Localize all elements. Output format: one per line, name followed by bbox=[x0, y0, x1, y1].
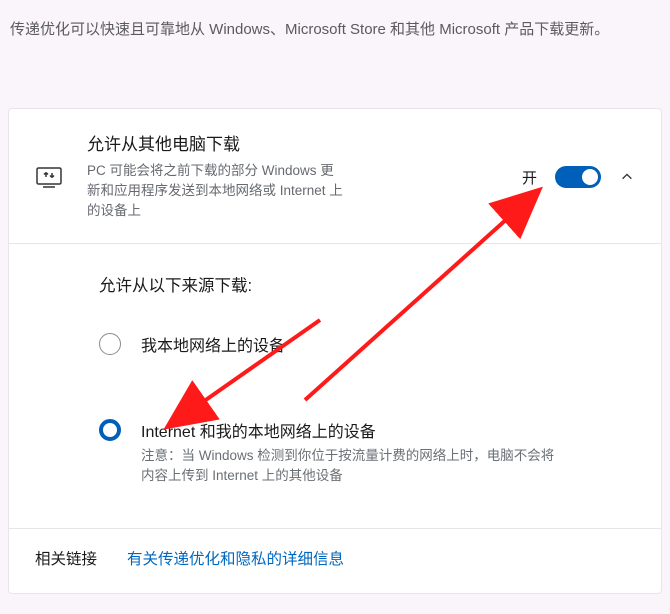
option-note: 注意：当 Windows 检测到你位于按流量计费的网络上时，电脑不会将内容上传到… bbox=[141, 446, 561, 486]
option-label: 我本地网络上的设备 bbox=[141, 332, 635, 356]
privacy-link[interactable]: 有关传递优化和隐私的详细信息 bbox=[127, 547, 344, 569]
radio-option-internet-and-local[interactable]: Internet 和我的本地网络上的设备 注意：当 Windows 检测到你位于… bbox=[99, 418, 635, 486]
allow-downloads-subtitle: PC 可能会将之前下载的部分 Windows 更新和应用程序发送到本地网络或 I… bbox=[87, 161, 347, 221]
radio-local-network[interactable] bbox=[99, 333, 121, 355]
option-label: Internet 和我的本地网络上的设备 bbox=[141, 418, 635, 442]
related-links-label: 相关链接 bbox=[35, 547, 97, 569]
allow-downloads-header[interactable]: 允许从其他电脑下载 PC 可能会将之前下载的部分 Windows 更新和应用程序… bbox=[9, 109, 661, 244]
allow-downloads-toggle[interactable] bbox=[555, 166, 601, 188]
toggle-state-label: 开 bbox=[522, 167, 537, 188]
radio-option-local-network[interactable]: 我本地网络上的设备 bbox=[99, 332, 635, 356]
download-sources-section: 允许从以下来源下载: 我本地网络上的设备 Internet 和我的本地网络上的设… bbox=[9, 244, 661, 529]
header-texts: 允许从其他电脑下载 PC 可能会将之前下载的部分 Windows 更新和应用程序… bbox=[87, 133, 498, 221]
related-links-row: 相关链接 有关传递优化和隐私的详细信息 bbox=[9, 529, 661, 593]
device-sync-icon bbox=[35, 166, 63, 188]
delivery-optimization-card: 允许从其他电脑下载 PC 可能会将之前下载的部分 Windows 更新和应用程序… bbox=[8, 108, 662, 594]
intro-text: 传递优化可以快速且可靠地从 Windows、Microsoft Store 和其… bbox=[10, 18, 650, 42]
chevron-up-icon[interactable] bbox=[619, 169, 635, 185]
download-sources-heading: 允许从以下来源下载: bbox=[99, 272, 635, 296]
allow-downloads-title: 允许从其他电脑下载 bbox=[87, 133, 498, 157]
radio-internet-and-local[interactable] bbox=[99, 419, 121, 441]
